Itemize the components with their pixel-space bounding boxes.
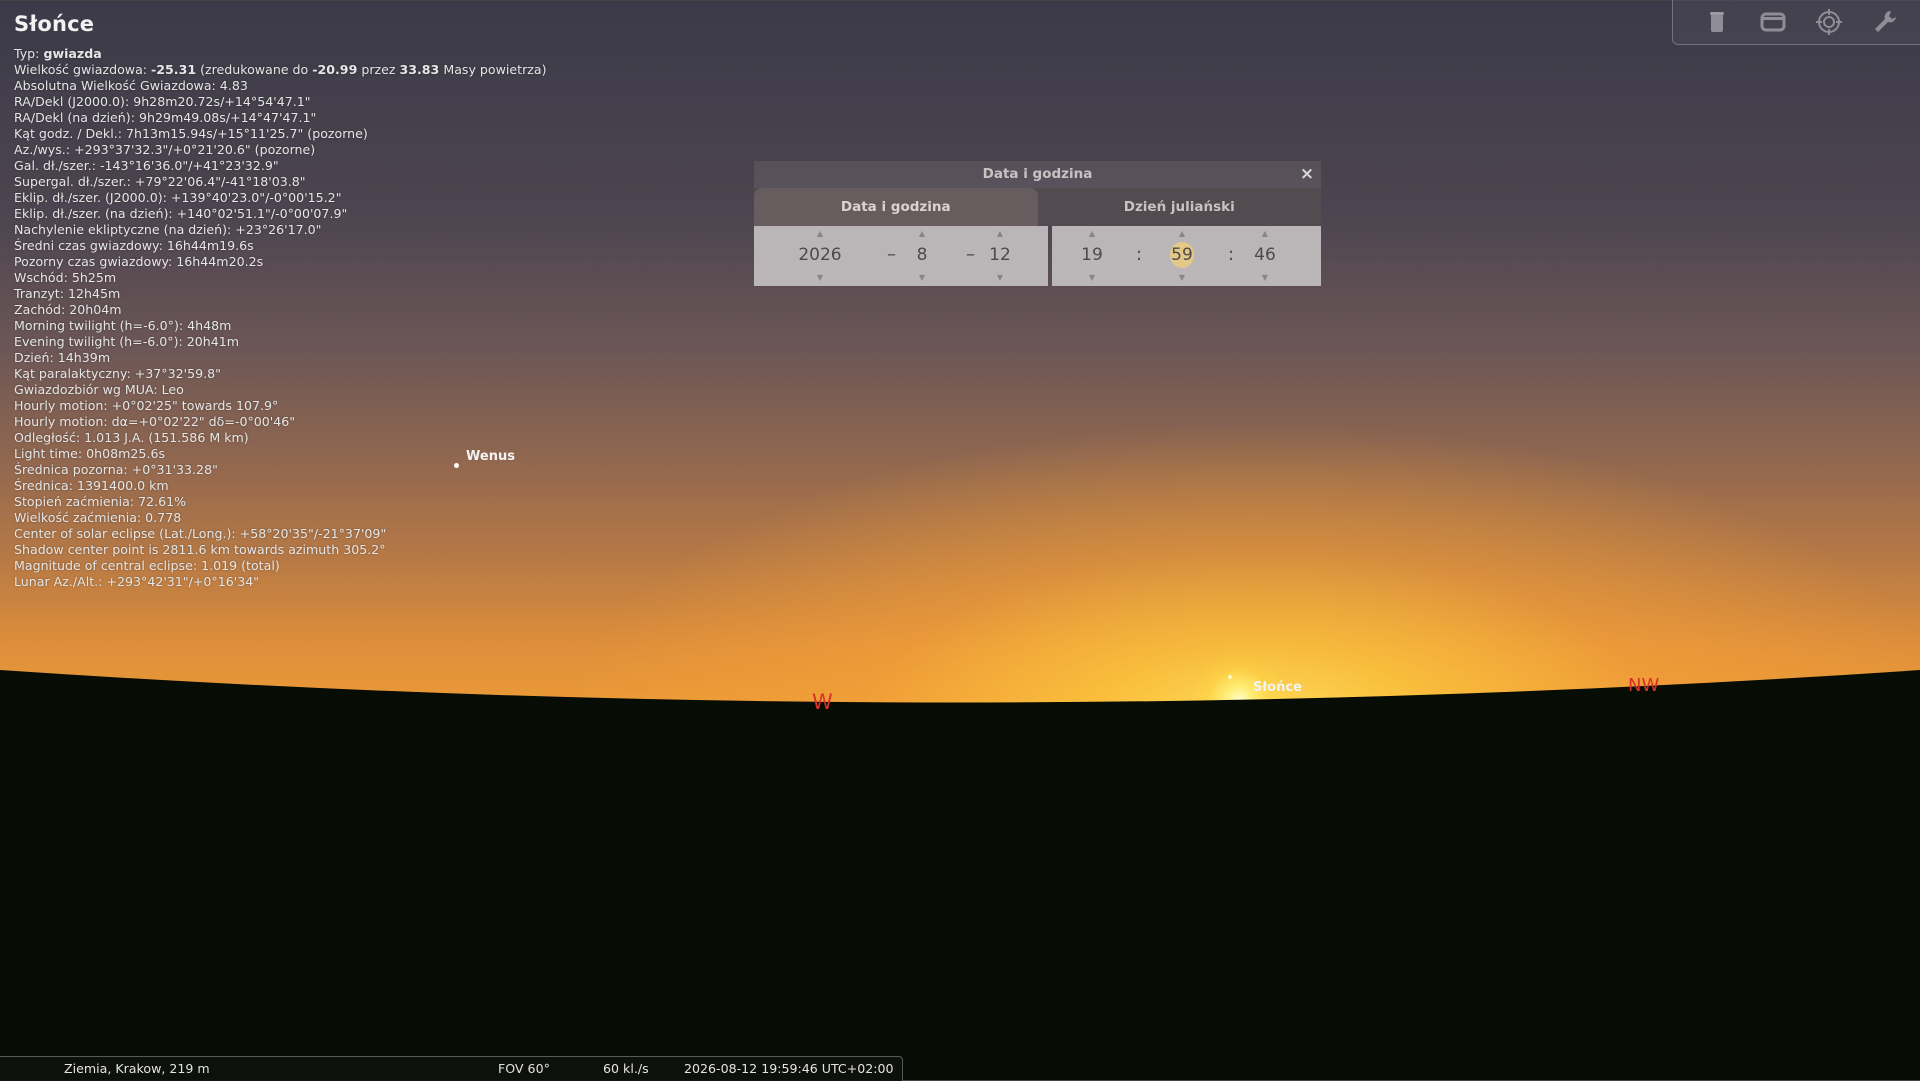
time-panel: ▲ 19 ▼ : ▲ 59 ▼ : ▲ 46 ▼: [1052, 226, 1321, 286]
cardinal-northwest-label: NW: [1628, 675, 1660, 696]
month-spinbox[interactable]: ▲ 8 ▼: [902, 226, 942, 286]
year-down-arrow-icon[interactable]: ▼: [790, 274, 850, 282]
info-line: Średnica pozorna: +0°31'33.28": [14, 462, 218, 477]
window-icon[interactable]: [1759, 8, 1787, 36]
info-line: RA/Dekl (na dzień): 9h29m49.08s/+14°47'4…: [14, 110, 317, 125]
info-line: Hourly motion: dα=+0°02'22" dδ=-0°00'46": [14, 414, 296, 429]
info-line: Wielkość zaćmienia: 0.778: [14, 510, 182, 525]
info-line: Tranzyt: 12h45m: [14, 286, 121, 301]
close-icon[interactable]: ×: [1297, 161, 1317, 188]
date-separator: –: [966, 244, 975, 265]
info-line: Magnitude of central eclipse: 1.019 (tot…: [14, 558, 280, 573]
info-line: Nachylenie ekliptyczne (na dzień): +23°2…: [14, 222, 322, 237]
object-title: Słońce: [14, 12, 95, 36]
trash-icon[interactable]: [1703, 8, 1731, 36]
minute-down-arrow-icon[interactable]: ▼: [1152, 274, 1212, 282]
month-up-arrow-icon[interactable]: ▲: [902, 230, 942, 238]
date-time-dialog: Data i godzina × Data i godzina Dzień ju…: [754, 161, 1321, 286]
hour-up-arrow-icon[interactable]: ▲: [1072, 230, 1112, 238]
info-line: Gwiazdozbiór wg MUA: Leo: [14, 382, 184, 397]
wrench-icon[interactable]: [1871, 8, 1899, 36]
second-spinbox[interactable]: ▲ 46 ▼: [1245, 226, 1285, 286]
status-location: Ziemia, Krakow, 219 m: [64, 1061, 210, 1076]
info-line: Dzień: 14h39m: [14, 350, 111, 365]
hour-value[interactable]: 19: [1072, 244, 1112, 266]
info-line: Lunar Az./Alt.: +293°42'31"/+0°16'34": [14, 574, 260, 589]
day-value[interactable]: 12: [980, 244, 1020, 266]
hour-spinbox[interactable]: ▲ 19 ▼: [1072, 226, 1112, 286]
top-right-toolbar: [1672, 0, 1920, 45]
info-line: Średnica: 1391400.0 km: [14, 478, 169, 493]
info-line: Eklip. dł./szer. (na dzień): +140°02'51.…: [14, 206, 348, 221]
info-line: Pozorny czas gwiazdowy: 16h44m20.2s: [14, 254, 264, 269]
sun-disc[interactable]: [1189, 651, 1289, 751]
info-line: Kąt godz. / Dekl.: 7h13m15.94s/+15°11'25…: [14, 126, 368, 141]
info-type: Typ: gwiazda: [14, 46, 102, 61]
year-spinbox[interactable]: ▲ 2026 ▼: [790, 226, 850, 286]
minute-value[interactable]: 59: [1152, 244, 1212, 266]
bottom-status-bar[interactable]: Ziemia, Krakow, 219 m FOV 60° 60 kl./s 2…: [0, 1056, 903, 1081]
cardinal-west-label: W: [812, 690, 833, 714]
tab-julian-day[interactable]: Dzień juliański: [1038, 188, 1322, 226]
sun-marker[interactable]: [1228, 675, 1232, 679]
day-spinbox[interactable]: ▲ 12 ▼: [980, 226, 1020, 286]
sun-label[interactable]: Słońce: [1253, 680, 1302, 695]
status-fov: FOV 60°: [498, 1061, 550, 1076]
date-separator: –: [887, 244, 896, 265]
second-value[interactable]: 46: [1245, 244, 1285, 266]
tab-date-time[interactable]: Data i godzina: [754, 188, 1038, 226]
month-down-arrow-icon[interactable]: ▼: [902, 274, 942, 282]
info-line: Średni czas gwiazdowy: 16h44m19.6s: [14, 238, 254, 253]
second-up-arrow-icon[interactable]: ▲: [1245, 230, 1285, 238]
day-down-arrow-icon[interactable]: ▼: [980, 274, 1020, 282]
info-line: Morning twilight (h=-6.0°): 4h48m: [14, 318, 232, 333]
minute-spinbox[interactable]: ▲ 59 ▼: [1152, 226, 1212, 286]
info-line: Gal. dł./szer.: -143°16'36.0"/+41°23'32.…: [14, 158, 279, 173]
status-datetime: 2026-08-12 19:59:46 UTC+02:00: [684, 1061, 894, 1076]
info-line: Wschód: 5h25m: [14, 270, 117, 285]
date-panel: ▲ 2026 ▼ – ▲ 8 ▼ – ▲ 12 ▼: [754, 226, 1048, 286]
info-line: RA/Dekl (J2000.0): 9h28m20.72s/+14°54'47…: [14, 94, 311, 109]
day-up-arrow-icon[interactable]: ▲: [980, 230, 1020, 238]
info-line: Supergal. dł./szer.: +79°22'06.4"/-41°18…: [14, 174, 306, 189]
time-separator: :: [1136, 244, 1143, 265]
info-line: Stopień zaćmienia: 72.61%: [14, 494, 187, 509]
object-info-lines: Typ: gwiazda Wielkość gwiazdowa: -25.31 …: [14, 46, 547, 590]
info-line: Hourly motion: +0°02'25" towards 107.9°: [14, 398, 279, 413]
dialog-title-bar[interactable]: Data i godzina ×: [754, 161, 1321, 188]
dialog-body: ▲ 2026 ▼ – ▲ 8 ▼ – ▲ 12 ▼ ▲ 19 ▼ : ▲ 59 …: [754, 226, 1321, 286]
info-magnitude: Wielkość gwiazdowa: -25.31 (zredukowane …: [14, 62, 547, 77]
info-line: Eklip. dł./szer. (J2000.0): +139°40'23.0…: [14, 190, 342, 205]
year-value[interactable]: 2026: [790, 244, 850, 266]
status-fps: 60 kl./s: [603, 1061, 649, 1076]
info-line: Az./wys.: +293°37'32.3"/+0°21'20.6" (poz…: [14, 142, 316, 157]
month-value[interactable]: 8: [902, 244, 942, 266]
venus-label[interactable]: Wenus: [466, 449, 515, 464]
info-line: Absolutna Wielkość Gwiazdowa: 4.83: [14, 78, 248, 93]
hour-down-arrow-icon[interactable]: ▼: [1072, 274, 1112, 282]
info-line: Zachód: 20h04m: [14, 302, 122, 317]
info-line: Odległość: 1.013 J.A. (151.586 M km): [14, 430, 249, 445]
dialog-title: Data i godzina: [982, 166, 1093, 182]
year-up-arrow-icon[interactable]: ▲: [790, 230, 850, 238]
info-line: Evening twilight (h=-6.0°): 20h41m: [14, 334, 240, 349]
info-line: Kąt paralaktyczny: +37°32'59.8": [14, 366, 221, 381]
object-info-panel: Słońce Typ: gwiazda Wielkość gwiazdowa: …: [14, 12, 547, 590]
info-line: Center of solar eclipse (Lat./Long.): +5…: [14, 526, 387, 541]
second-down-arrow-icon[interactable]: ▼: [1245, 274, 1285, 282]
target-icon[interactable]: [1815, 8, 1843, 36]
dialog-tabs: Data i godzina Dzień juliański: [754, 188, 1321, 226]
info-line: Shadow center point is 2811.6 km towards…: [14, 542, 386, 557]
venus-marker[interactable]: [454, 463, 459, 468]
minute-up-arrow-icon[interactable]: ▲: [1152, 230, 1212, 238]
time-separator: :: [1228, 244, 1235, 265]
